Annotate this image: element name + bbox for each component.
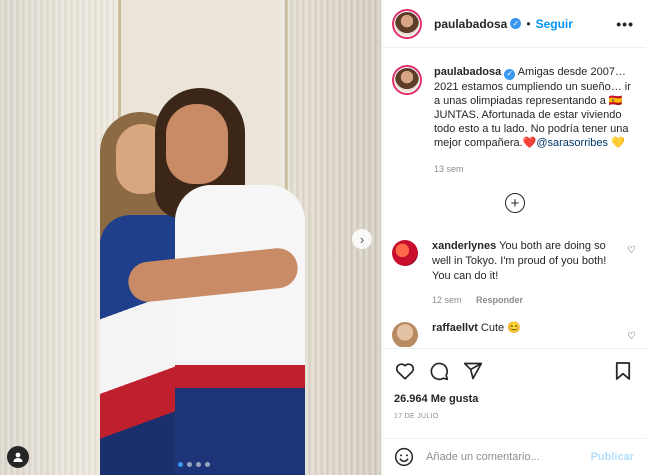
comment-username[interactable]: raffaellvt	[432, 322, 478, 334]
comment-like-icon[interactable]: ♡	[627, 245, 636, 256]
post-caption: paulabadosa ✓ Amigas desde 2007… 2021 est…	[382, 49, 646, 176]
next-arrow-icon[interactable]: ›	[352, 229, 372, 249]
post-header: paulabadosa ✓ • Seguir •••	[382, 0, 646, 48]
photo-person	[175, 185, 305, 475]
emoji-icon[interactable]	[394, 447, 414, 467]
comment: raffaellvt Cute 😊 ♡	[392, 321, 636, 347]
comment-text: Cute 😊	[480, 322, 521, 334]
post-actions: 26.964 Me gusta 17 DE JULIO	[382, 348, 646, 420]
save-icon[interactable]	[612, 360, 634, 382]
avatar[interactable]	[392, 65, 422, 95]
like-count[interactable]: 26.964 Me gusta	[394, 393, 634, 405]
more-options-icon[interactable]: •••	[616, 16, 634, 32]
carousel-dot	[196, 462, 201, 467]
carousel-dot	[178, 462, 183, 467]
avatar[interactable]	[392, 8, 422, 39]
carousel-dot	[205, 462, 210, 467]
follow-button[interactable]: Seguir	[536, 17, 573, 31]
tagged-user-icon[interactable]	[7, 446, 29, 468]
caption-emoji: 💛	[611, 136, 625, 149]
header-username[interactable]: paulabadosa	[434, 17, 507, 31]
caption-age: 13 sem	[434, 163, 464, 174]
add-comment-bar: Publicar	[382, 438, 646, 475]
comment-like-icon[interactable]: ♡	[627, 331, 636, 342]
carousel-dot	[187, 462, 192, 467]
carousel-dots	[178, 462, 210, 467]
avatar[interactable]	[392, 322, 418, 347]
comment-username[interactable]: xanderlynes	[432, 240, 496, 252]
comments-section[interactable]: paulabadosa ✓ Amigas desde 2007… 2021 est…	[382, 49, 646, 347]
separator: •	[526, 16, 531, 31]
post-details-panel: paulabadosa ✓ • Seguir ••• paulabadosa ✓ …	[381, 0, 646, 475]
caption-username[interactable]: paulabadosa	[434, 66, 501, 78]
photo-person	[166, 104, 228, 184]
verified-badge-icon: ✓	[504, 68, 516, 80]
comment-input[interactable]	[426, 451, 586, 463]
comment-icon[interactable]	[428, 360, 450, 382]
share-icon[interactable]	[462, 360, 484, 382]
load-more-comments-icon[interactable]: +	[505, 193, 525, 213]
reply-button[interactable]: Responder	[476, 295, 523, 305]
verified-badge-icon: ✓	[510, 18, 522, 29]
post-date: 17 DE JULIO	[394, 413, 439, 420]
avatar[interactable]	[392, 240, 418, 266]
comment-age: 12 sem	[432, 295, 462, 305]
post-comment-button[interactable]: Publicar	[591, 451, 634, 463]
post-photo[interactable]: ›	[0, 0, 381, 475]
like-icon[interactable]	[394, 360, 416, 382]
comment: xanderlynes You both are doing so well i…	[392, 239, 636, 308]
caption-mention[interactable]: @sarasorribes	[536, 137, 608, 149]
